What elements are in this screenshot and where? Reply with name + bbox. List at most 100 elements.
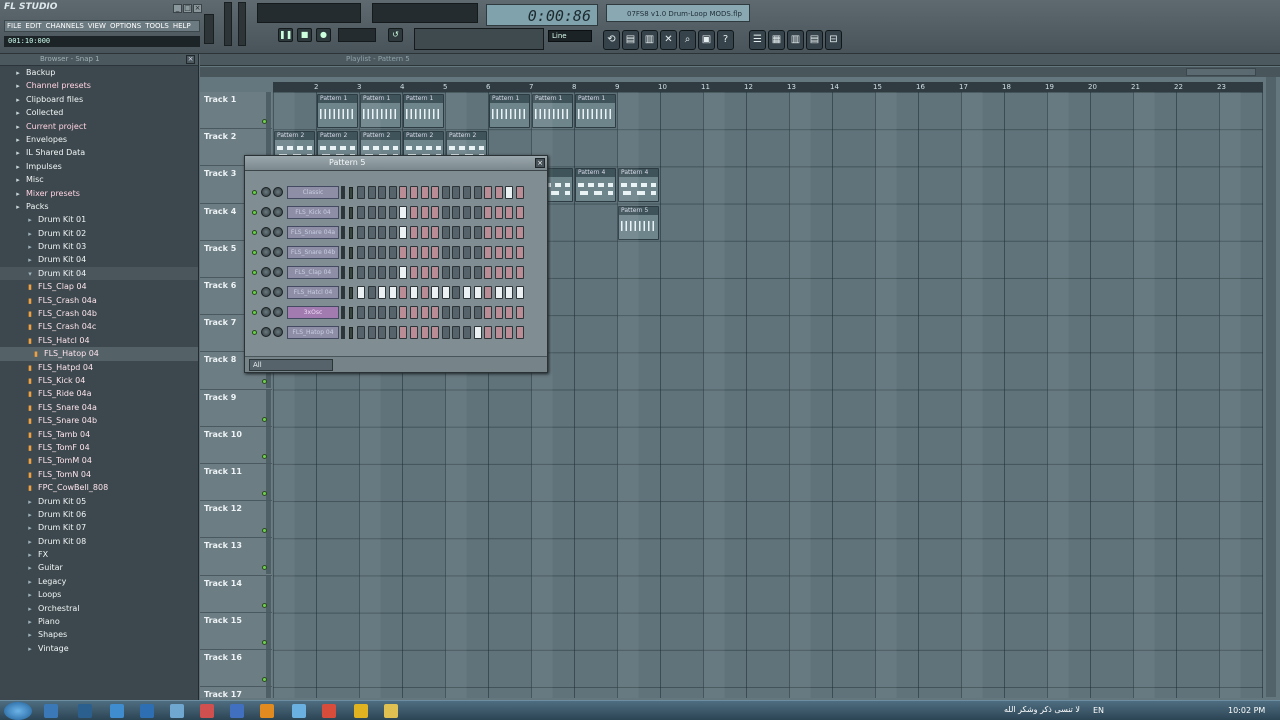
step-button[interactable] — [410, 206, 418, 219]
master-volume-slider[interactable] — [224, 2, 232, 46]
step-button[interactable] — [420, 206, 429, 219]
channel-name-button[interactable]: FLS_Hatop 04 — [287, 326, 339, 339]
channel-name-button[interactable]: FLS_Kick 04 — [287, 206, 339, 219]
menu-options[interactable]: OPTIONS — [108, 21, 143, 31]
step-button[interactable] — [357, 226, 365, 239]
channel-mute-led[interactable] — [252, 270, 257, 275]
step-button[interactable] — [357, 326, 365, 339]
horizontal-scrollbar[interactable] — [1186, 68, 1256, 76]
volume-knob[interactable] — [273, 187, 283, 197]
channel-mute-led[interactable] — [252, 190, 257, 195]
step-button[interactable] — [367, 266, 376, 279]
step-button[interactable] — [378, 306, 387, 319]
step-button[interactable] — [484, 266, 493, 279]
step-button[interactable] — [452, 286, 461, 299]
piano-roll-icon[interactable]: ▤ — [622, 30, 639, 50]
step-button[interactable] — [516, 206, 524, 219]
view-piano-icon[interactable]: ▥ — [787, 30, 804, 50]
volume-knob[interactable] — [273, 247, 283, 257]
channel-select-led[interactable] — [349, 267, 353, 279]
pan-knob[interactable] — [261, 287, 271, 297]
track-mute-led[interactable] — [262, 639, 267, 645]
step-button[interactable] — [484, 286, 493, 299]
step-button[interactable] — [367, 226, 376, 239]
step-button[interactable] — [420, 266, 429, 279]
menu-channels[interactable]: CHANNELS — [44, 21, 86, 31]
browser-item[interactable]: ▮ FLS_Kick 04 — [0, 374, 198, 387]
step-button[interactable] — [484, 226, 493, 239]
step-button[interactable] — [516, 266, 524, 279]
step-button[interactable] — [505, 186, 514, 199]
browser-item[interactable]: ▸ Vintage — [0, 642, 198, 655]
step-button[interactable] — [516, 186, 524, 199]
browser-item[interactable]: ▸ Current project — [0, 120, 198, 133]
step-button[interactable] — [367, 326, 376, 339]
browser-item[interactable]: ▮ FLS_Ride 04a — [0, 387, 198, 400]
channel-mute-led[interactable] — [252, 310, 257, 315]
step-button[interactable] — [410, 186, 418, 199]
minimize-icon[interactable]: _ — [173, 4, 182, 13]
browser-item[interactable]: ▸ Drum Kit 06 — [0, 508, 198, 521]
channel-select-led[interactable] — [349, 187, 353, 199]
browser-item[interactable]: ▸ Orchestral — [0, 602, 198, 615]
browser-item[interactable]: ▮ FLS_Tamb 04 — [0, 428, 198, 441]
step-button[interactable] — [484, 326, 493, 339]
app-icon[interactable] — [292, 704, 306, 718]
step-button[interactable] — [420, 306, 429, 319]
step-button[interactable] — [452, 326, 461, 339]
browser-item[interactable]: ▮ FLS_Hatop 04 — [0, 347, 198, 361]
step-button[interactable] — [473, 186, 482, 199]
master-pitch-fader[interactable] — [238, 2, 246, 46]
browser-item[interactable]: ▮ FLS_Crash 04b — [0, 307, 198, 320]
step-button[interactable] — [357, 246, 365, 259]
step-button[interactable] — [399, 326, 408, 339]
step-button[interactable] — [367, 186, 376, 199]
browser-item[interactable]: ▸ Impulses — [0, 160, 198, 173]
step-button[interactable] — [494, 246, 503, 259]
browser-item[interactable]: ▸ Envelopes — [0, 133, 198, 146]
step-button[interactable] — [516, 286, 524, 299]
snap-select[interactable]: Line — [548, 30, 592, 42]
step-sequencer-titlebar[interactable]: Pattern 5 × — [245, 156, 547, 171]
step-button[interactable] — [494, 186, 503, 199]
browser-item[interactable]: ▸ Clipboard files — [0, 93, 198, 106]
step-button[interactable] — [441, 206, 450, 219]
step-button[interactable] — [452, 306, 461, 319]
step-button[interactable] — [494, 326, 503, 339]
browser-item[interactable]: ▮ FLS_Hatpd 04 — [0, 361, 198, 374]
browser-item[interactable]: ▸ IL Shared Data — [0, 146, 198, 159]
channel-name-button[interactable]: 3xOsc — [287, 306, 339, 319]
step-button[interactable] — [399, 206, 408, 219]
track-mute-led[interactable] — [262, 602, 267, 608]
record-button[interactable]: ● — [316, 28, 331, 42]
step-button[interactable] — [505, 326, 514, 339]
track-mute-led[interactable] — [262, 491, 267, 496]
clock[interactable]: 10:02 PM — [1228, 706, 1265, 715]
step-button[interactable] — [367, 246, 376, 259]
step-button[interactable] — [505, 226, 514, 239]
browser-item[interactable]: ▮ FPC_CowBell_808 — [0, 481, 198, 494]
channel-mute-led[interactable] — [252, 330, 257, 335]
pan-knob[interactable] — [261, 327, 271, 337]
menu-file[interactable]: FILE — [5, 21, 23, 31]
browser-item[interactable]: ▸ Shapes — [0, 628, 198, 641]
app-icon[interactable] — [260, 704, 274, 718]
browser-item[interactable]: ▸ Drum Kit 07 — [0, 521, 198, 534]
step-button[interactable] — [378, 326, 387, 339]
step-button[interactable] — [516, 306, 524, 319]
step-button[interactable] — [463, 266, 471, 279]
step-button[interactable] — [441, 286, 450, 299]
volume-knob[interactable] — [273, 327, 283, 337]
step-button[interactable] — [388, 326, 397, 339]
chrome-icon[interactable] — [322, 704, 336, 718]
pan-knob[interactable] — [261, 227, 271, 237]
step-button[interactable] — [516, 246, 524, 259]
step-button[interactable] — [494, 286, 503, 299]
browser-item[interactable]: ▮ FLS_Clap 04 — [0, 280, 198, 293]
step-button[interactable] — [431, 246, 440, 259]
app-icon[interactable] — [140, 704, 154, 718]
track-header[interactable]: Track 1 — [200, 92, 272, 130]
track-mute-led[interactable] — [262, 416, 267, 422]
channel-name-button[interactable]: FLS_Hatcl 04 — [287, 286, 339, 299]
view-channels-icon[interactable]: ▦ — [768, 30, 785, 50]
